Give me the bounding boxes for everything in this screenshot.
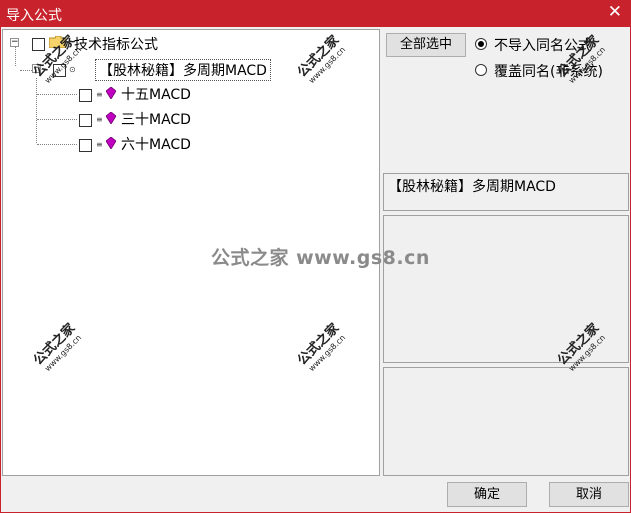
root-checkbox[interactable] bbox=[32, 38, 45, 51]
watermark-text: 公式之家 www.gs8.cn bbox=[211, 247, 430, 269]
item-checkbox[interactable] bbox=[79, 114, 92, 127]
formula-name-box: 【股林秘籍】多周期MACD bbox=[383, 173, 629, 211]
root-collapse-toggle[interactable]: − bbox=[10, 38, 19, 47]
window-title: 导入公式 bbox=[6, 8, 62, 24]
ok-button[interactable]: 确定 bbox=[447, 482, 527, 507]
formula-gem-icon bbox=[106, 112, 116, 124]
item-label[interactable]: 三十MACD bbox=[121, 109, 191, 129]
import-formula-dialog: 导入公式 ✕ − 技术指标公式 − ⊙ 【股林秘籍】多周期MACD ≡ 十五MA… bbox=[0, 0, 631, 513]
item-label[interactable]: 十五MACD bbox=[121, 84, 191, 104]
item-node-icon: ≡ bbox=[96, 140, 103, 149]
formula-gem-icon bbox=[106, 137, 116, 149]
formula-gem-icon bbox=[106, 87, 116, 99]
item-label[interactable]: 六十MACD bbox=[121, 134, 191, 154]
title-bar: 导入公式 ✕ bbox=[0, 0, 631, 27]
formula-name-text: 【股林秘籍】多周期MACD bbox=[388, 179, 556, 195]
tree-line bbox=[15, 46, 16, 66]
tree-line bbox=[37, 119, 77, 120]
item-checkbox[interactable] bbox=[79, 139, 92, 152]
skip-duplicates-radio[interactable] bbox=[475, 38, 487, 50]
close-icon[interactable]: ✕ bbox=[608, 2, 622, 22]
item-node-icon: ≡ bbox=[96, 90, 103, 99]
cancel-button[interactable]: 取消 bbox=[549, 482, 629, 507]
frame-left bbox=[0, 27, 1, 513]
item-checkbox[interactable] bbox=[79, 89, 92, 102]
overwrite-radio[interactable] bbox=[475, 64, 487, 76]
item-node-icon: ≡ bbox=[96, 115, 103, 124]
tree-line bbox=[37, 144, 77, 145]
select-all-button[interactable]: 全部选中 bbox=[386, 33, 466, 57]
group-label[interactable]: 【股林秘籍】多周期MACD bbox=[95, 59, 271, 81]
